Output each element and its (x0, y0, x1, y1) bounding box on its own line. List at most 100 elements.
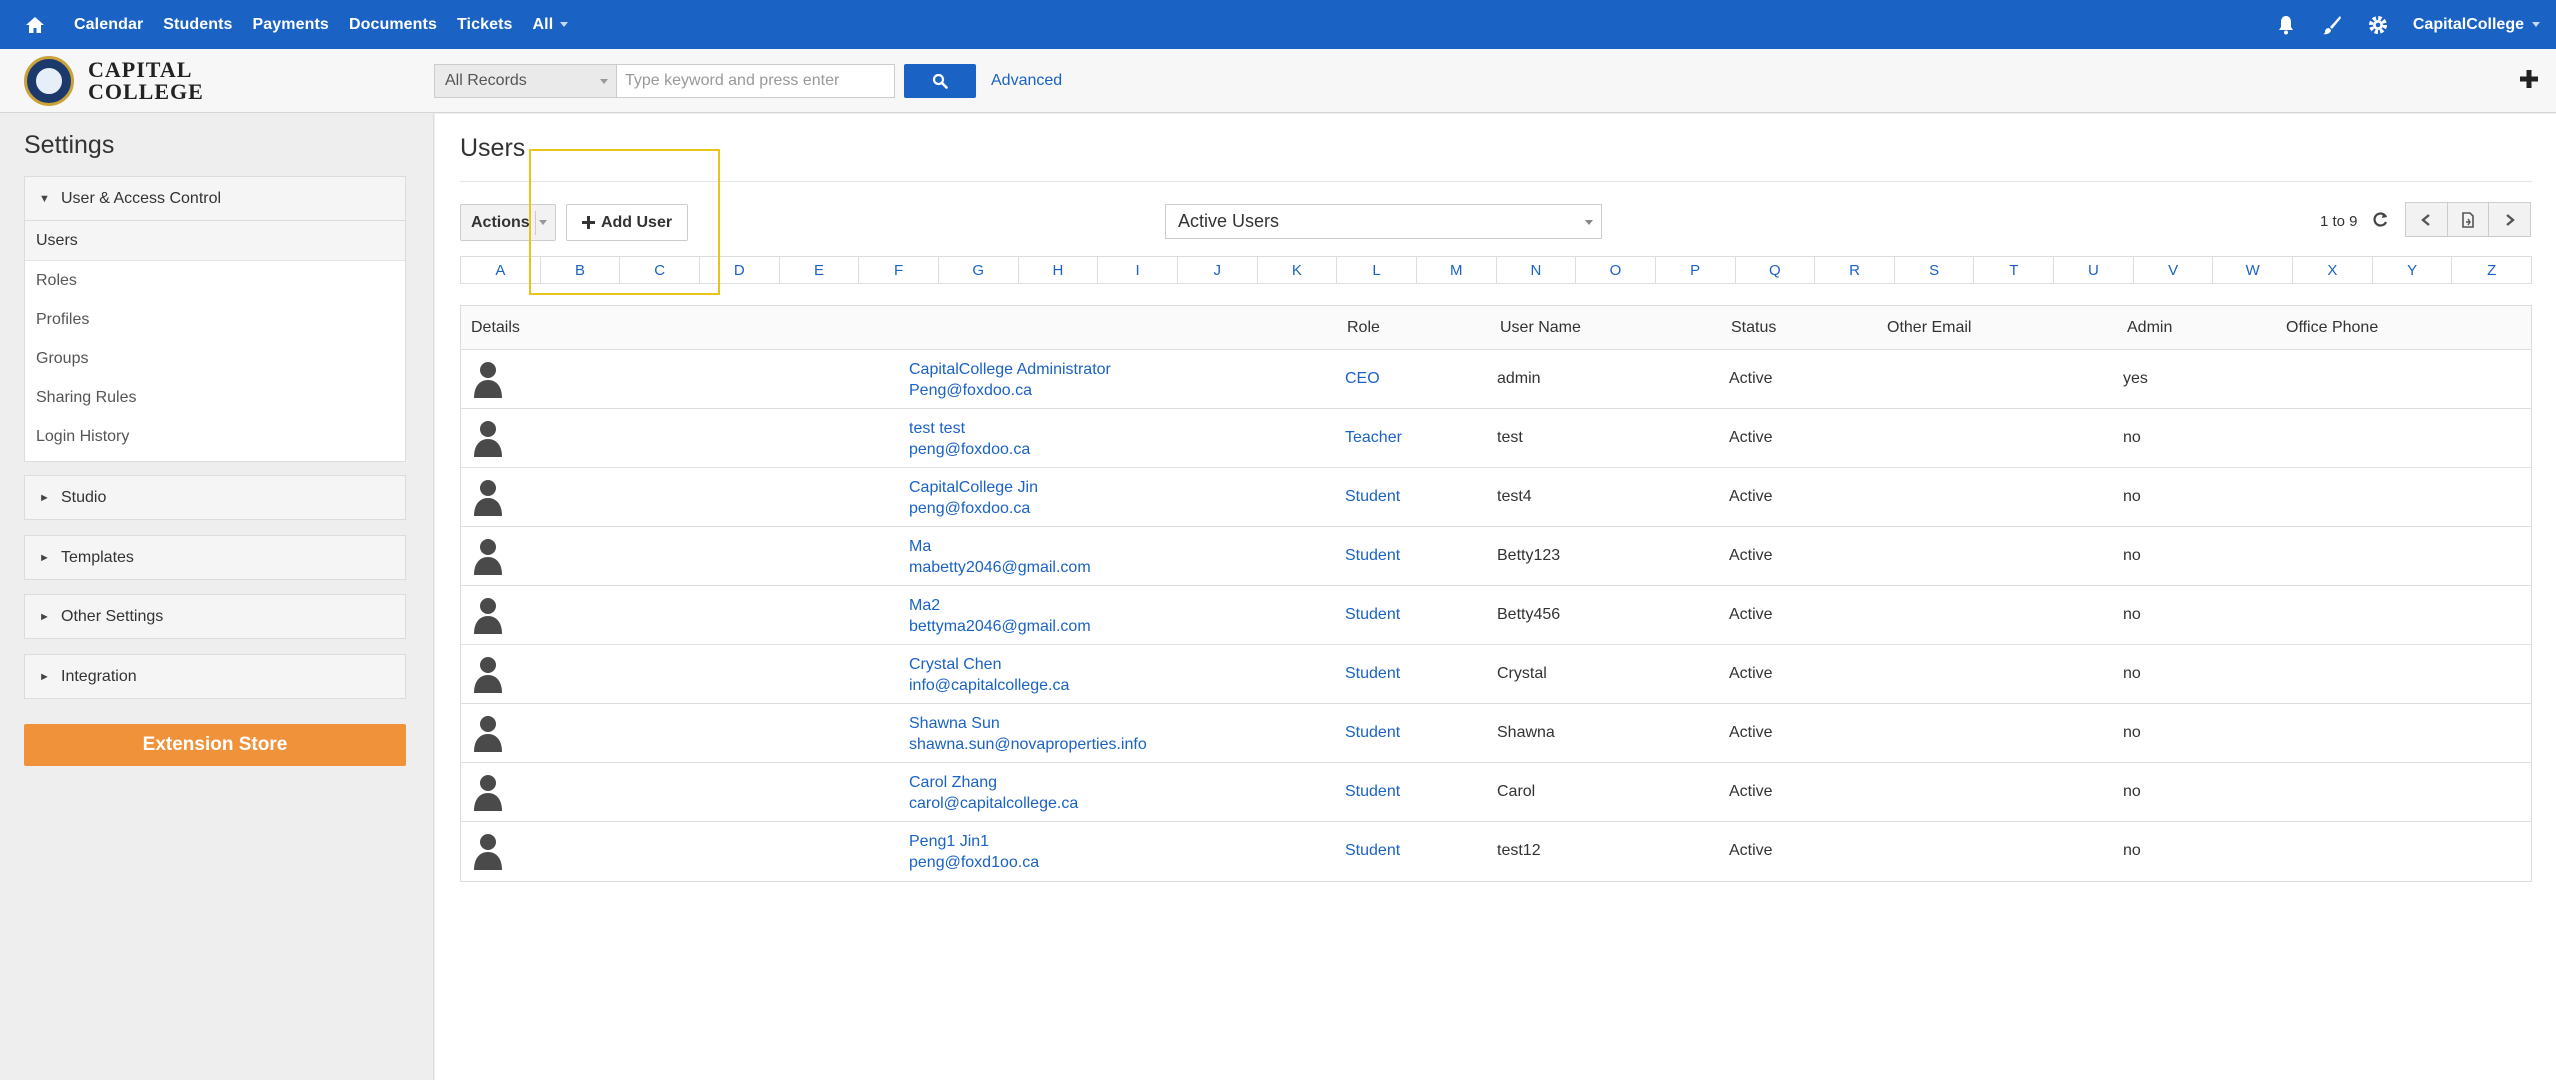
user-email[interactable]: mabetty2046@gmail.com (909, 557, 1091, 578)
alpha-letter-q[interactable]: Q (1736, 257, 1816, 283)
actions-dropdown[interactable]: Actions (460, 204, 556, 241)
user-filter-select[interactable]: Active Users (1165, 204, 1602, 239)
alpha-letter-a[interactable]: A (461, 257, 541, 283)
alpha-letter-e[interactable]: E (780, 257, 860, 283)
nav-students[interactable]: Students (163, 16, 232, 34)
alpha-letter-p[interactable]: P (1656, 257, 1736, 283)
user-role-link[interactable]: Student (1345, 665, 1400, 683)
logo[interactable]: CAPITAL COLLEGE (24, 56, 204, 106)
user-full-name[interactable]: CapitalCollege Jin (909, 477, 1038, 498)
user-email[interactable]: peng@foxd1oo.ca (909, 852, 1039, 873)
next-page-button[interactable] (2489, 203, 2530, 236)
section-integration[interactable]: ► Integration (24, 654, 406, 699)
nav-all-menu[interactable]: All (533, 16, 569, 34)
record-type-select[interactable]: All Records (434, 64, 617, 98)
user-full-name[interactable]: Ma (909, 536, 1091, 557)
sidebar-item-users[interactable]: Users (25, 221, 405, 261)
column-header-details[interactable]: Details (471, 319, 520, 337)
user-avatar-icon[interactable] (473, 360, 503, 398)
gear-icon[interactable] (2367, 14, 2389, 36)
user-avatar-icon[interactable] (473, 478, 503, 516)
alpha-letter-u[interactable]: U (2054, 257, 2134, 283)
section-user-access-control[interactable]: ▼ User & Access Control (24, 176, 406, 221)
user-avatar-icon[interactable] (473, 832, 503, 870)
user-role-link[interactable]: Student (1345, 547, 1400, 565)
previous-page-button[interactable] (2406, 203, 2448, 236)
home-icon[interactable] (18, 0, 52, 49)
user-email[interactable]: peng@foxdoo.ca (909, 498, 1038, 519)
nav-documents[interactable]: Documents (349, 16, 437, 34)
plus-icon[interactable] (2518, 68, 2540, 90)
section-studio[interactable]: ► Studio (24, 475, 406, 520)
table-row[interactable]: Ma mabetty2046@gmail.com Student Betty123 Ac… (461, 527, 2531, 586)
user-details-link[interactable]: Crystal Chen info@capitalcollege.ca (909, 654, 1069, 696)
search-button[interactable] (904, 64, 976, 98)
sidebar-item-login-history[interactable]: Login History (25, 417, 405, 456)
user-full-name[interactable]: Crystal Chen (909, 654, 1069, 675)
add-user-button[interactable]: Add User (566, 204, 688, 241)
user-full-name[interactable]: Shawna Sun (909, 713, 1147, 734)
alpha-letter-j[interactable]: J (1178, 257, 1258, 283)
nav-calendar[interactable]: Calendar (74, 16, 143, 34)
table-row[interactable]: CapitalCollege Administrator Peng@foxdoo.… (461, 350, 2531, 409)
org-menu[interactable]: CapitalCollege (2413, 16, 2540, 34)
user-full-name[interactable]: Ma2 (909, 595, 1091, 616)
sidebar-item-roles[interactable]: Roles (25, 261, 405, 300)
sidebar-item-sharing-rules[interactable]: Sharing Rules (25, 378, 405, 417)
user-avatar-icon[interactable] (473, 419, 503, 457)
alpha-letter-k[interactable]: K (1258, 257, 1338, 283)
alpha-letter-m[interactable]: M (1417, 257, 1497, 283)
user-full-name[interactable]: Peng1 Jin1 (909, 831, 1039, 852)
user-avatar-icon[interactable] (473, 714, 503, 752)
user-avatar-icon[interactable] (473, 655, 503, 693)
alpha-letter-l[interactable]: L (1337, 257, 1417, 283)
user-details-link[interactable]: Carol Zhang carol@capitalcollege.ca (909, 772, 1078, 814)
user-details-link[interactable]: CapitalCollege Administrator Peng@foxdoo.… (909, 359, 1111, 401)
user-details-link[interactable]: Peng1 Jin1 peng@foxd1oo.ca (909, 831, 1039, 873)
nav-tickets[interactable]: Tickets (457, 16, 513, 34)
paintbrush-icon[interactable] (2321, 14, 2343, 36)
user-details-link[interactable]: CapitalCollege Jin peng@foxdoo.ca (909, 477, 1038, 519)
column-header-role[interactable]: Role (1347, 319, 1380, 337)
table-row[interactable]: Ma2 bettyma2046@gmail.com Student Betty456 A… (461, 586, 2531, 645)
advanced-search-link[interactable]: Advanced (991, 72, 1062, 90)
user-role-link[interactable]: Student (1345, 783, 1400, 801)
alpha-letter-c[interactable]: C (620, 257, 700, 283)
table-row[interactable]: Carol Zhang carol@capitalcollege.ca Studen… (461, 763, 2531, 822)
user-details-link[interactable]: Shawna Sun shawna.sun@novaproperties.info (909, 713, 1147, 755)
user-full-name[interactable]: Carol Zhang (909, 772, 1078, 793)
table-row[interactable]: test test peng@foxdoo.ca Teacher test Active… (461, 409, 2531, 468)
user-full-name[interactable]: CapitalCollege Administrator (909, 359, 1111, 380)
user-details-link[interactable]: Ma mabetty2046@gmail.com (909, 536, 1091, 578)
alpha-letter-f[interactable]: F (859, 257, 939, 283)
alpha-letter-w[interactable]: W (2213, 257, 2294, 283)
table-row[interactable]: Peng1 Jin1 peng@foxd1oo.ca Student test12 Ac… (461, 822, 2531, 881)
table-row[interactable]: Crystal Chen info@capitalcollege.ca Studen… (461, 645, 2531, 704)
alpha-letter-s[interactable]: S (1895, 257, 1975, 283)
alpha-letter-h[interactable]: H (1019, 257, 1099, 283)
user-role-link[interactable]: Student (1345, 724, 1400, 742)
alpha-letter-t[interactable]: T (1974, 257, 2055, 283)
user-avatar-icon[interactable] (473, 596, 503, 634)
alpha-letter-g[interactable]: G (939, 257, 1019, 283)
alpha-letter-y[interactable]: Y (2373, 257, 2453, 283)
user-role-link[interactable]: Student (1345, 488, 1400, 506)
search-input[interactable] (617, 64, 895, 98)
table-row[interactable]: CapitalCollege Jin peng@foxdoo.ca Student t… (461, 468, 2531, 527)
alpha-letter-z[interactable]: Z (2452, 257, 2531, 283)
user-avatar-icon[interactable] (473, 773, 503, 811)
column-header-admin[interactable]: Admin (2127, 319, 2172, 337)
sidebar-item-profiles[interactable]: Profiles (25, 300, 405, 339)
alpha-letter-x[interactable]: X (2293, 257, 2373, 283)
nav-payments[interactable]: Payments (253, 16, 329, 34)
user-details-link[interactable]: test test peng@foxdoo.ca (909, 418, 1030, 460)
section-other-settings[interactable]: ► Other Settings (24, 594, 406, 639)
extension-store-button[interactable]: Extension Store (24, 724, 406, 766)
sidebar-item-groups[interactable]: Groups (25, 339, 405, 378)
user-email[interactable]: shawna.sun@novaproperties.info (909, 734, 1147, 755)
alpha-letter-n[interactable]: N (1497, 257, 1577, 283)
alpha-letter-o[interactable]: O (1576, 257, 1656, 283)
user-email[interactable]: bettyma2046@gmail.com (909, 616, 1091, 637)
alpha-letter-b[interactable]: B (541, 257, 621, 283)
alpha-letter-d[interactable]: D (700, 257, 780, 283)
